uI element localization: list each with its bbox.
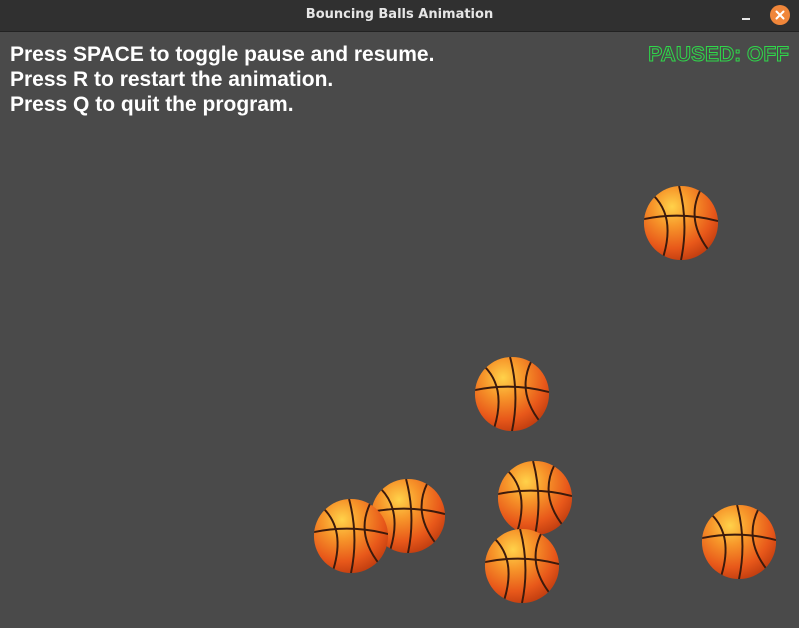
title-bar[interactable]: Bouncing Balls Animation xyxy=(0,0,799,32)
basketball-icon xyxy=(473,355,551,433)
basketball-icon xyxy=(312,497,390,575)
close-button[interactable] xyxy=(770,5,790,25)
animation-canvas[interactable]: Press SPACE to toggle pause and resume. … xyxy=(0,32,799,628)
minimize-icon xyxy=(742,18,750,20)
close-icon xyxy=(775,10,785,20)
basketball-icon xyxy=(483,527,561,605)
app-window: Bouncing Balls Animation Press SPACE to … xyxy=(0,0,799,628)
basketball-icon xyxy=(496,459,574,537)
instructions: Press SPACE to toggle pause and resume. … xyxy=(10,42,434,117)
window-title: Bouncing Balls Animation xyxy=(305,7,494,22)
basketball-icon xyxy=(642,184,720,262)
instruction-space: Press SPACE to toggle pause and resume. xyxy=(10,43,435,66)
minimize-button[interactable] xyxy=(736,5,756,25)
instruction-restart: Press R to restart the animation. xyxy=(10,68,334,91)
paused-status: PAUSED: OFF xyxy=(648,43,790,67)
basketball-icon xyxy=(700,503,778,581)
instruction-quit: Press Q to quit the program. xyxy=(10,93,294,116)
